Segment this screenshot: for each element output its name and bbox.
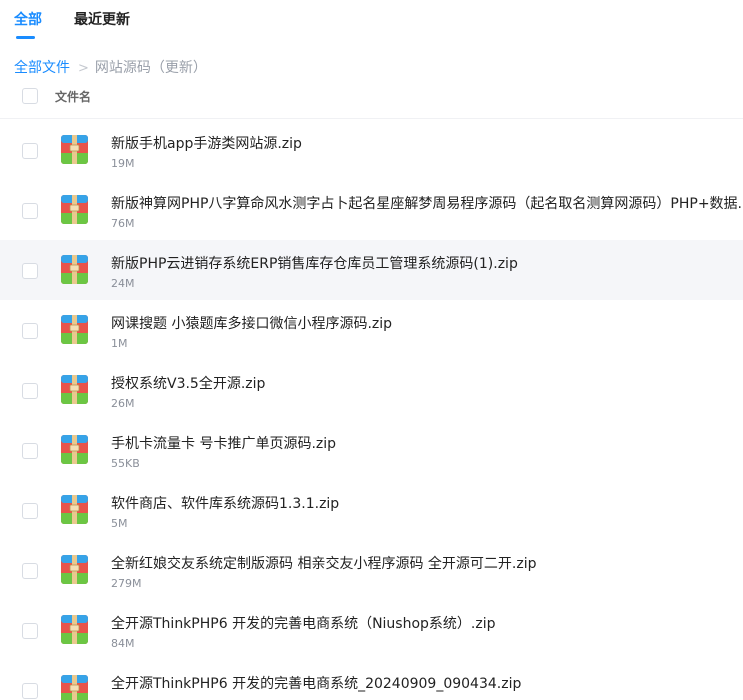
file-size: 84M xyxy=(111,637,135,650)
zip-file-icon xyxy=(61,495,88,524)
breadcrumb-current: 网站源码（更新） xyxy=(94,60,207,76)
file-name: 手机卡流量卡 号卡推广单页源码.zip xyxy=(111,436,337,452)
zip-file-icon xyxy=(61,675,88,700)
row-checkbox[interactable] xyxy=(22,563,38,579)
file-row[interactable]: 新版手机app手游类网站源.zip 19M xyxy=(0,120,743,180)
file-name: 网课搜题 小猿题库多接口微信小程序源码.zip xyxy=(111,316,393,332)
zip-file-icon xyxy=(61,135,88,164)
file-size: 279M xyxy=(111,577,142,590)
chevron-right-icon: > xyxy=(78,61,89,76)
file-name: 新版神算网PHP八字算命风水测字占卜起名星座解梦周易程序源码（起名取名测算网源码… xyxy=(111,196,743,212)
row-checkbox[interactable] xyxy=(22,263,38,279)
file-row[interactable]: 全开源ThinkPHP6 开发的完善电商系统_20240909_090434.z… xyxy=(0,660,743,700)
breadcrumb: 全部文件 > 网站源码（更新） xyxy=(14,58,207,79)
zip-file-icon xyxy=(61,555,88,584)
file-name: 软件商店、软件库系统源码1.3.1.zip xyxy=(111,496,340,512)
file-row[interactable]: 全开源ThinkPHP6 开发的完善电商系统（Niushop系统）.zip 84… xyxy=(0,600,743,660)
file-row[interactable]: 网课搜题 小猿题库多接口微信小程序源码.zip 1M xyxy=(0,300,743,360)
row-checkbox[interactable] xyxy=(22,383,38,399)
file-row[interactable]: 授权系统V3.5全开源.zip 26M xyxy=(0,360,743,420)
column-header-filename: 文件名 xyxy=(55,90,92,104)
zip-file-icon xyxy=(61,195,88,224)
file-row[interactable]: 新版神算网PHP八字算命风水测字占卜起名星座解梦周易程序源码（起名取名测算网源码… xyxy=(0,180,743,240)
row-checkbox[interactable] xyxy=(22,443,38,459)
file-list-header: 文件名 xyxy=(0,84,743,110)
file-row[interactable]: 手机卡流量卡 号卡推广单页源码.zip 55KB xyxy=(0,420,743,480)
active-tab-indicator xyxy=(16,36,35,39)
file-size: 19M xyxy=(111,157,135,170)
row-checkbox[interactable] xyxy=(22,323,38,339)
file-size: 5M xyxy=(111,517,128,530)
file-row[interactable]: 新版PHP云进销存系统ERP销售库存仓库员工管理系统源码(1).zip 24M xyxy=(0,240,743,300)
file-name: 全新红娘交友系统定制版源码 相亲交友小程序源码 全开源可二开.zip xyxy=(111,556,537,572)
header-divider xyxy=(0,118,743,119)
file-size: 76M xyxy=(111,217,135,230)
zip-file-icon xyxy=(61,435,88,464)
zip-file-icon xyxy=(61,315,88,344)
row-checkbox[interactable] xyxy=(22,623,38,639)
row-checkbox[interactable] xyxy=(22,503,38,519)
file-size: 55KB xyxy=(111,457,140,470)
tab-all[interactable]: 全部 xyxy=(14,10,42,30)
tab-bar: 全部 最近更新 xyxy=(0,0,743,44)
row-checkbox[interactable] xyxy=(22,683,38,699)
breadcrumb-root[interactable]: 全部文件 xyxy=(14,60,70,76)
file-size: 1M xyxy=(111,337,128,350)
tab-recent-updates[interactable]: 最近更新 xyxy=(74,10,130,30)
row-checkbox[interactable] xyxy=(22,203,38,219)
file-size: 26M xyxy=(111,397,135,410)
file-name: 全开源ThinkPHP6 开发的完善电商系统（Niushop系统）.zip xyxy=(111,616,496,632)
row-checkbox[interactable] xyxy=(22,143,38,159)
file-row[interactable]: 软件商店、软件库系统源码1.3.1.zip 5M xyxy=(0,480,743,540)
zip-file-icon xyxy=(61,255,88,284)
file-name: 授权系统V3.5全开源.zip xyxy=(111,376,266,392)
select-all-checkbox[interactable] xyxy=(22,88,38,104)
zip-file-icon xyxy=(61,615,88,644)
file-name: 新版手机app手游类网站源.zip xyxy=(111,136,302,152)
file-name: 新版PHP云进销存系统ERP销售库存仓库员工管理系统源码(1).zip xyxy=(111,256,518,272)
zip-file-icon xyxy=(61,375,88,404)
file-name: 全开源ThinkPHP6 开发的完善电商系统_20240909_090434.z… xyxy=(111,676,522,692)
file-size: 24M xyxy=(111,277,135,290)
file-row[interactable]: 全新红娘交友系统定制版源码 相亲交友小程序源码 全开源可二开.zip 279M xyxy=(0,540,743,600)
